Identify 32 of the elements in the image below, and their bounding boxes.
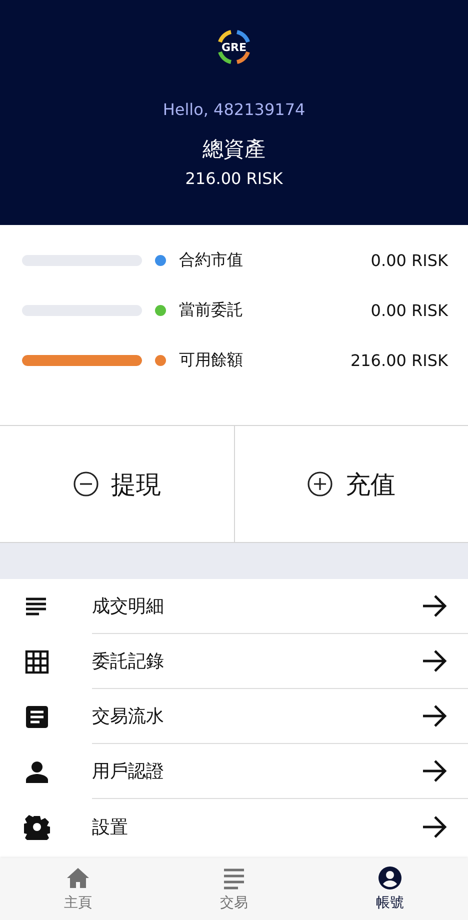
arrow-right-icon xyxy=(422,650,448,672)
list-icon xyxy=(222,866,246,890)
nav-tab[interactable]: 主頁 xyxy=(0,858,156,920)
asset-value: 216.00 RISK xyxy=(350,351,448,370)
account-icon xyxy=(378,866,402,890)
minus-circle-icon xyxy=(72,471,99,497)
total-assets-value: 216.00 RISK xyxy=(185,169,283,188)
asset-label: 合約市值 xyxy=(179,250,243,271)
person-icon xyxy=(24,758,50,784)
grid-icon xyxy=(24,648,50,674)
menu-label: 用戶認證 xyxy=(92,760,164,783)
menu-label: 設置 xyxy=(92,816,128,838)
greeting: Hello, 482139174 xyxy=(162,100,306,119)
home-icon xyxy=(66,866,90,890)
gear-icon xyxy=(24,814,50,840)
arrow-right-icon xyxy=(422,816,448,838)
arrow-right-icon xyxy=(422,760,448,782)
menu-label: 交易流水 xyxy=(92,705,164,728)
arrow-right-icon xyxy=(422,595,448,617)
arrow-right-icon xyxy=(422,705,448,727)
nav-tab[interactable]: 帳號 xyxy=(312,858,468,920)
menu-label: 委託記錄 xyxy=(92,650,164,673)
asset-value: 0.00 RISK xyxy=(370,251,448,270)
asset-label: 當前委託 xyxy=(179,300,243,321)
document-icon xyxy=(24,704,50,730)
menu-label: 成交明細 xyxy=(92,595,164,618)
asset-value: 0.00 RISK xyxy=(370,301,448,320)
plus-circle-icon xyxy=(307,471,334,497)
total-assets-title: 總資產 xyxy=(202,136,266,163)
asset-label: 可用餘額 xyxy=(179,350,243,371)
logo-text: GRE xyxy=(221,40,246,54)
nav-tab[interactable]: 交易 xyxy=(156,858,312,920)
